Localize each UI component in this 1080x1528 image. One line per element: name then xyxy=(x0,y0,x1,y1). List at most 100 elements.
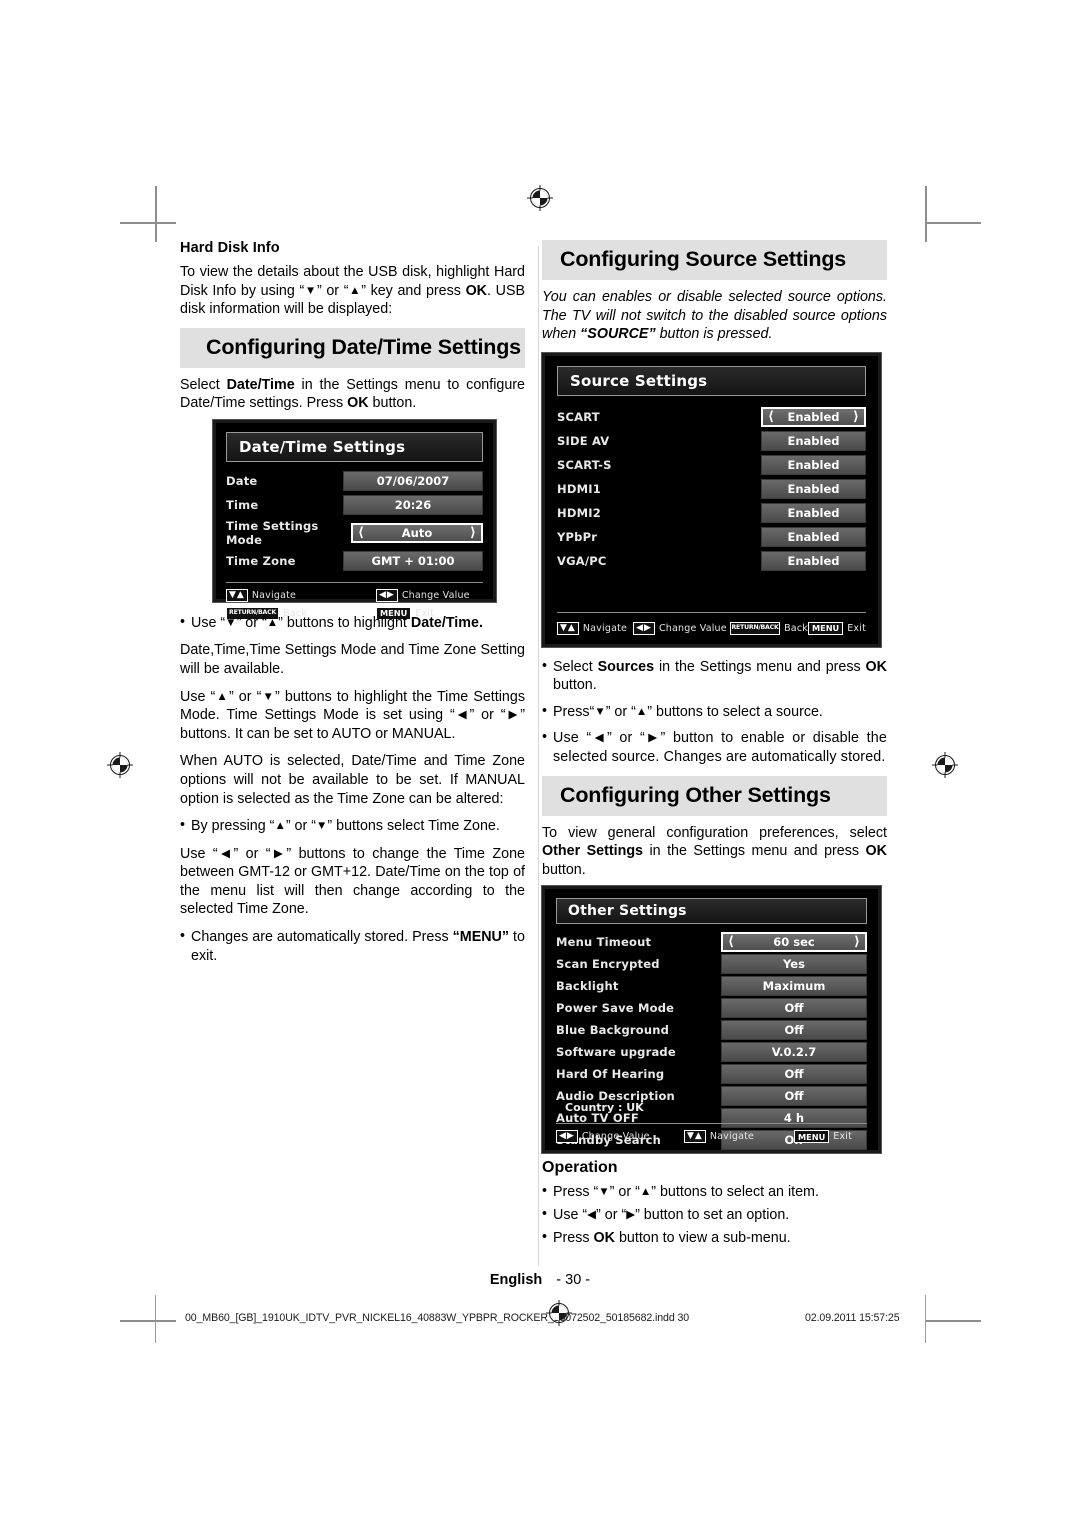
osd-row[interactable]: Time Zone GMT + 01:00 xyxy=(226,550,483,571)
osd-row-label: HDMI2 xyxy=(557,505,601,520)
osd-row-value[interactable]: ⟨ Enabled ⟩ xyxy=(761,406,866,427)
production-info-line: 00_MB60_[GB]_1910UK_IDTV_PVR_NICKEL16_40… xyxy=(0,1295,1080,1343)
list-item: Press OK button to view a sub-menu. xyxy=(542,1228,887,1248)
osd-row-value[interactable]: Enabled xyxy=(761,478,866,499)
osd-row-value[interactable]: Enabled xyxy=(761,550,866,571)
osd-row[interactable]: Power Save Mode Off xyxy=(556,998,867,1019)
chevron-left-icon[interactable]: ⟨ xyxy=(358,525,364,540)
osd-hint-change-value: ◀▶ Change Value xyxy=(376,588,470,602)
list-item: Press “▼” or “▲” buttons to select an it… xyxy=(542,1182,887,1202)
osd-row-selected[interactable]: Menu Timeout ⟨ 60 sec ⟩ xyxy=(556,932,867,953)
other-settings-intro: To view general configuration preference… xyxy=(542,824,887,878)
osd-row-value-text: Enabled xyxy=(787,409,840,424)
updown-arrows-icon: ▼▲ xyxy=(557,621,579,635)
configuring-source-settings-banner: Configuring Source Settings xyxy=(542,240,887,280)
osd-row[interactable]: SIDE AV Enabled xyxy=(557,430,866,451)
osd-hint-bar-other: ◀▶ Change Value ▼▲ Navigate MENU Exit xyxy=(556,1130,867,1144)
osd-row[interactable]: Software upgrade V.0.2.7 xyxy=(556,1042,867,1063)
osd-row[interactable]: Time 20:26 xyxy=(226,494,483,515)
osd-row[interactable]: VGA/PC Enabled xyxy=(557,550,866,571)
updown-arrows-icon: ▼▲ xyxy=(226,588,248,602)
osd-row[interactable]: Scan Encrypted Yes xyxy=(556,954,867,975)
crop-mark-top-left-horizontal xyxy=(120,222,176,224)
page-footer: English - 30 - xyxy=(0,1272,1080,1288)
osd-row-value[interactable]: Off xyxy=(721,998,867,1019)
registration-mark-right xyxy=(932,752,958,778)
osd-row-selected[interactable]: Time Settings Mode ⟨ Auto ⟩ xyxy=(226,519,483,547)
configuring-other-settings-banner: Configuring Other Settings xyxy=(542,775,887,816)
source-settings-screenshot: Source Settings SCART ⟨ Enabled ⟩ SIDE A… xyxy=(542,352,881,647)
osd-hint-exit: MENU Exit xyxy=(794,1130,852,1144)
osd-row[interactable]: YPbPr Enabled xyxy=(557,526,866,547)
osd-row-label: Blue Background xyxy=(556,1023,670,1038)
osd-row-value[interactable]: Enabled xyxy=(761,526,866,547)
osd-row-value[interactable]: Off xyxy=(721,1086,867,1107)
osd-row-value[interactable]: ⟨ Auto ⟩ xyxy=(351,522,483,543)
osd-row-value[interactable]: Enabled xyxy=(761,430,866,451)
list-item: Use “▼” or “▲” buttons to highlight Date… xyxy=(180,613,525,633)
leftright-arrows-icon: ◀▶ xyxy=(556,1130,578,1144)
osd-row-value[interactable]: Yes xyxy=(721,954,867,975)
osd-rows-other: Menu Timeout ⟨ 60 sec ⟩ Scan Encrypted Y… xyxy=(556,932,867,1151)
osd-row-value[interactable]: GMT + 01:00 xyxy=(343,550,483,571)
page-number: - 30 - xyxy=(556,1272,591,1288)
osd-row-label: HDMI1 xyxy=(557,481,601,496)
osd-hint-change-value: ◀▶ Change Value xyxy=(633,621,730,635)
osd-row-value[interactable]: Off xyxy=(721,1020,867,1041)
other-settings-screenshot: Other Settings Menu Timeout ⟨ 60 sec ⟩ S… xyxy=(542,886,881,1154)
osd-hint-label: Navigate xyxy=(582,622,628,634)
operation-bullet-list: Press “▼” or “▲” buttons to select an it… xyxy=(542,1182,887,1248)
chevron-right-icon[interactable]: ⟩ xyxy=(470,525,476,540)
osd-row[interactable]: HDMI2 Enabled xyxy=(557,502,866,523)
osd-row-value[interactable]: 4 h xyxy=(721,1108,867,1129)
osd-row-value[interactable]: 20:26 xyxy=(343,494,483,515)
osd-hint-change-value: ◀▶ Change Value xyxy=(556,1130,684,1144)
osd-row[interactable]: SCART-S Enabled xyxy=(557,454,866,475)
osd-row-label: Time xyxy=(226,497,259,512)
osd-row[interactable]: Hard Of Hearing Off xyxy=(556,1064,867,1085)
osd-row[interactable]: Date 07/06/2007 xyxy=(226,470,483,491)
menu-key-icon: MENU xyxy=(794,1130,830,1144)
osd-row-selected[interactable]: SCART ⟨ Enabled ⟩ xyxy=(557,406,866,427)
page-content: Hard Disk Info To view the details about… xyxy=(180,240,900,1300)
osd-separator xyxy=(556,1123,867,1125)
osd-row[interactable]: HDMI1 Enabled xyxy=(557,478,866,499)
hard-disk-info-paragraph: To view the details about the USB disk, … xyxy=(180,264,526,318)
registration-mark-footer xyxy=(546,1300,572,1326)
osd-row-value[interactable]: Off xyxy=(721,1064,867,1085)
hard-disk-info-heading: Hard Disk Info xyxy=(180,240,280,256)
stored-bullet-list: Changes are automatically stored. Press … xyxy=(180,927,525,965)
auto-selected-paragraph: When AUTO is selected, Date/Time and Tim… xyxy=(180,753,525,807)
osd-row-value[interactable]: 07/06/2007 xyxy=(343,470,483,491)
chevron-left-icon[interactable]: ⟨ xyxy=(768,409,774,424)
chevron-right-icon[interactable]: ⟩ xyxy=(854,935,860,950)
osd-hint-bar-source: ▼▲ Navigate ◀▶ Change Value RETURN/BACK … xyxy=(557,621,866,635)
list-item: By pressing “▲” or “▼” buttons select Ti… xyxy=(180,816,525,836)
chevron-left-icon[interactable]: ⟨ xyxy=(728,935,734,950)
return-back-key-icon: RETURN/BACK xyxy=(729,621,781,635)
date-time-intro-paragraph: Select Date/Time in the Settings menu to… xyxy=(180,376,525,412)
osd-hint-label: Back xyxy=(784,622,808,634)
osd-row[interactable]: Backlight Maximum xyxy=(556,976,867,997)
timezone-bullet-list: By pressing “▲” or “▼” buttons select Ti… xyxy=(180,816,525,836)
footer-language: English xyxy=(489,1272,543,1288)
osd-rows-source: SCART ⟨ Enabled ⟩ SIDE AV Enabled SCART-… xyxy=(557,406,866,571)
osd-row-value[interactable]: Enabled xyxy=(761,454,866,475)
osd-separator xyxy=(226,581,483,583)
osd-row-value[interactable]: Enabled xyxy=(761,502,866,523)
chevron-right-icon[interactable]: ⟩ xyxy=(853,409,859,424)
osd-row[interactable]: Blue Background Off xyxy=(556,1020,867,1041)
leftright-arrows-icon: ◀▶ xyxy=(633,621,655,635)
osd-title-other: Other Settings xyxy=(556,898,867,925)
osd-hint-navigate: ▼▲ Navigate xyxy=(557,621,633,635)
osd-row-label: Power Save Mode xyxy=(556,1001,675,1016)
registration-mark-left xyxy=(107,752,133,778)
osd-row-value[interactable]: ⟨ 60 sec ⟩ xyxy=(721,932,867,953)
osd-row-value[interactable]: Maximum xyxy=(721,976,867,997)
osd-separator xyxy=(557,611,866,613)
timezone-change-paragraph: Use “◀” or “▶” buttons to change the Tim… xyxy=(180,845,525,918)
date-time-bullet-list: Use “▼” or “▲” buttons to highlight Date… xyxy=(180,613,525,633)
osd-row-value[interactable]: V.0.2.7 xyxy=(721,1042,867,1063)
left-column: Hard Disk Info To view the details about… xyxy=(180,240,525,974)
osd-row-value-text: 60 sec xyxy=(773,935,815,950)
